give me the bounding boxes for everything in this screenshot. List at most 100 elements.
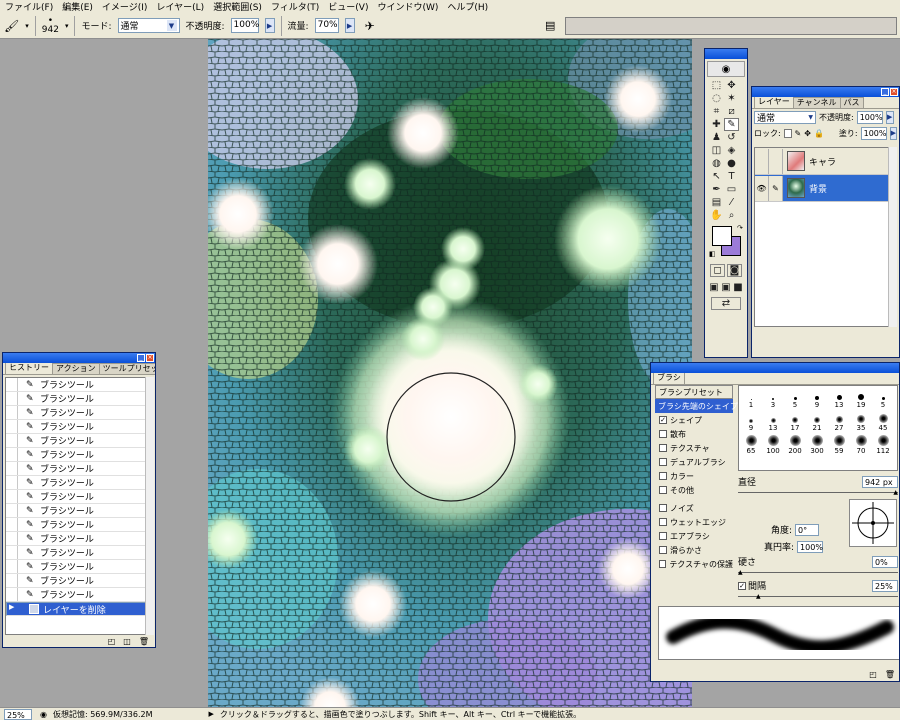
blend-mode-select[interactable]: 通常 ▼ (754, 110, 816, 124)
snapshot-icon[interactable]: ◫ (123, 637, 131, 646)
zoom-tool-icon[interactable]: ⌕ (724, 209, 739, 222)
tab-brushes[interactable]: ブラシ (653, 372, 685, 384)
history-item[interactable]: ✎ ブラシツール (6, 378, 146, 392)
layers-titlebar[interactable]: _ × (752, 87, 899, 97)
brush-tool-icon[interactable]: ✎ (724, 118, 739, 131)
lock-image-icon[interactable]: ✎ (795, 129, 802, 138)
hardness-field[interactable]: 0% (872, 555, 898, 568)
menu-file[interactable]: ファイル(F) (2, 0, 59, 13)
notes-tool-icon[interactable]: ▤ (709, 196, 724, 209)
history-source-toggle[interactable] (6, 588, 18, 601)
layers-scrollbar[interactable] (888, 147, 897, 327)
tab-history[interactable]: ヒストリー (5, 362, 53, 374)
brush-preset[interactable]: 59 (829, 434, 849, 455)
history-item[interactable]: ✎ ブラシツール (6, 546, 146, 560)
roundness-field[interactable]: 100% (797, 540, 824, 553)
quick-mask-icon[interactable]: ◙ (727, 264, 742, 277)
healing-brush-icon[interactable]: ✚ (709, 118, 724, 131)
angle-field[interactable]: 0° (795, 523, 820, 536)
history-source-toggle[interactable] (6, 504, 18, 517)
history-source-toggle[interactable] (6, 490, 18, 503)
tab-actions[interactable]: アクション (52, 363, 100, 374)
minimize-icon[interactable]: _ (137, 354, 145, 362)
brush-picker[interactable]: • 942 (42, 16, 59, 35)
brush-option-item[interactable]: その他 (655, 483, 733, 497)
eraser-tool-icon[interactable]: ◫ (709, 144, 724, 157)
brush-tip-shape-item[interactable]: ブラシ先端のシェイプ (655, 399, 738, 413)
history-source-toggle[interactable] (6, 476, 18, 489)
link-toggle[interactable] (769, 148, 783, 174)
flow-field[interactable]: 70% (314, 18, 339, 33)
history-item[interactable]: ✎ ブラシツール (6, 406, 146, 420)
trash-icon[interactable]: 🗑 (139, 637, 149, 646)
brush-preset[interactable]: 112 (873, 434, 893, 455)
brush-option-checkbox[interactable] (659, 518, 667, 526)
slice-tool-icon[interactable]: ⧄ (724, 105, 739, 118)
brush-preset[interactable]: 200 (785, 434, 805, 455)
close-icon[interactable]: × (146, 354, 154, 362)
brush-preset[interactable]: 17 (785, 411, 805, 432)
history-source-toggle[interactable] (6, 392, 18, 405)
stamp-tool-icon[interactable]: ♟ (709, 131, 724, 144)
history-item[interactable]: ✎ ブラシツール (6, 462, 146, 476)
screen-mode-full-icon[interactable]: ■ (733, 281, 744, 294)
history-source-toggle[interactable] (6, 462, 18, 475)
history-source-toggle[interactable] (6, 560, 18, 573)
tool-preset-arrow-icon[interactable]: ▾ (25, 22, 29, 30)
eyedropper-icon[interactable]: ⁄ (724, 196, 739, 209)
history-source-toggle[interactable] (6, 546, 18, 559)
brush-option-item[interactable]: カラー (655, 469, 733, 483)
brush-option-item[interactable]: ノイズ (655, 501, 733, 515)
brush-preset[interactable]: 5 (873, 388, 893, 409)
diameter-field[interactable]: 942 px (862, 475, 898, 488)
menu-view[interactable]: ビュー(V) (325, 0, 374, 13)
fill-field[interactable]: 100% (860, 126, 887, 140)
brush-preset[interactable]: 9 (741, 411, 761, 432)
history-source-toggle[interactable] (6, 378, 18, 391)
dodge-tool-icon[interactable]: ● (724, 157, 739, 170)
brush-option-item[interactable]: ✓ シェイプ (655, 413, 733, 427)
brush-presets-item[interactable]: ブラシプリセット (655, 385, 733, 399)
tab-paths[interactable]: パス (839, 97, 864, 108)
brush-option-item[interactable]: 滑らかさ (655, 543, 733, 557)
brush-option-checkbox[interactable] (659, 472, 667, 480)
menu-edit[interactable]: 編集(E) (59, 0, 99, 13)
brush-preset[interactable]: 65 (741, 434, 761, 455)
menu-window[interactable]: ウインドウ(W) (374, 0, 444, 13)
brush-option-checkbox[interactable] (659, 504, 667, 512)
tab-channels[interactable]: チャンネル (792, 97, 841, 108)
history-item[interactable]: ✎ ブラシツール (6, 588, 146, 602)
layer-opacity-slider-button[interactable]: ▶ (885, 110, 894, 124)
trash-icon[interactable]: 🗑 (885, 670, 895, 679)
history-item[interactable]: ✎ ブラシツール (6, 504, 146, 518)
menu-filter[interactable]: フィルタ(T) (268, 0, 325, 13)
brush-preset[interactable]: 45 (873, 411, 893, 432)
lock-position-icon[interactable]: ✥ (804, 129, 811, 138)
tab-layers[interactable]: レイヤー (754, 96, 794, 108)
brush-preset[interactable]: 19 (851, 388, 871, 409)
brush-preset[interactable]: 3 (763, 388, 783, 409)
zoom-field[interactable]: 25% (4, 708, 32, 720)
history-source-toggle[interactable] (6, 532, 18, 545)
brush-angle-preview[interactable] (849, 499, 897, 547)
history-item[interactable]: ✎ ブラシツール (6, 518, 146, 532)
visibility-toggle[interactable] (755, 148, 769, 174)
tab-tool-presets[interactable]: ツールプリセット (98, 363, 155, 374)
history-item-selected[interactable]: ▶ レイヤーを削除 (6, 602, 146, 616)
jump-to-imageready-icon[interactable]: ⇄ (711, 297, 741, 310)
brush-preset[interactable]: 5 (785, 388, 805, 409)
blur-tool-icon[interactable]: ◍ (709, 157, 724, 170)
spacing-field[interactable]: 25% (872, 579, 898, 592)
standard-mode-icon[interactable]: ◻ (710, 264, 725, 277)
history-source-toggle[interactable] (6, 434, 18, 447)
flow-slider-button[interactable]: ▶ (344, 18, 355, 33)
history-source-toggle[interactable] (6, 406, 18, 419)
history-source-toggle[interactable] (6, 448, 18, 461)
default-colors-icon[interactable]: ◧ (709, 250, 716, 258)
palette-well[interactable] (565, 17, 897, 35)
magic-wand-icon[interactable]: ✶ (724, 92, 739, 105)
layer-opacity-field[interactable]: 100% (856, 110, 883, 124)
crop-tool-icon[interactable]: ⌗ (709, 105, 724, 118)
brush-option-checkbox[interactable] (659, 560, 667, 568)
slider-thumb-icon[interactable]: ▲ (756, 593, 761, 600)
